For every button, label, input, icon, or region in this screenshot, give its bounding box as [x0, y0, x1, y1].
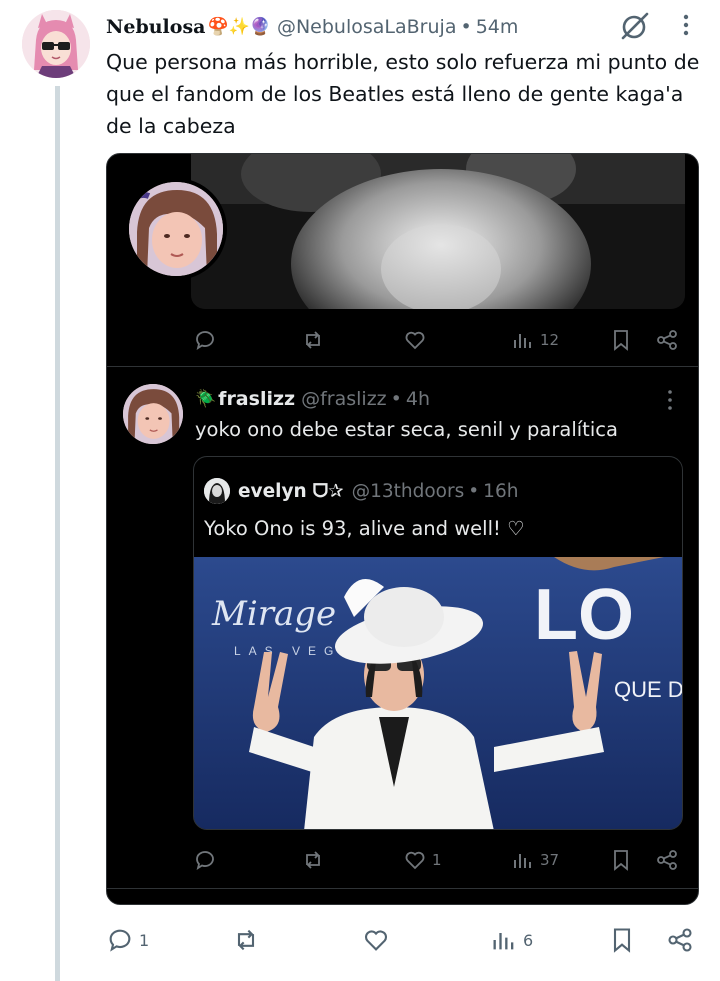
more-options-icon[interactable] — [676, 12, 696, 40]
reply-header: 🪲 fraslizz @fraslizz • 4h — [195, 384, 430, 414]
heart-icon — [405, 851, 425, 870]
user-handle[interactable]: @NebulosaLaBruja — [277, 16, 457, 38]
name-emojis: 🍄✨🔮 — [207, 17, 271, 37]
reply-like-button[interactable]: 1 — [403, 848, 442, 872]
views-count: 6 — [523, 930, 534, 950]
reply-icon — [196, 331, 214, 350]
quoted-timestamp[interactable]: 16h — [483, 481, 518, 502]
heart-icon — [405, 331, 425, 350]
like-count: 1 — [432, 851, 442, 869]
divider — [107, 888, 698, 889]
views-count: 12 — [540, 331, 560, 349]
quoted-header: evelyn ᗜ✰ @13thdoors • 16h — [204, 477, 518, 505]
share-icon — [657, 850, 677, 870]
reply-repost-button[interactable] — [301, 848, 330, 872]
separator-dot: • — [390, 388, 402, 410]
top-post-bookmark-button[interactable] — [609, 328, 633, 352]
bookmark-button[interactable] — [608, 926, 636, 954]
reply-views-button[interactable]: 37 — [511, 848, 559, 872]
reply-icon — [196, 851, 214, 870]
embedded-screenshot[interactable]: 12 🪲 fraslizz @fraslizz • 4h yoko ono de… — [106, 153, 699, 905]
separator-dot: • — [460, 16, 472, 38]
reply-text: yoko ono debe estar seca, senil y paralí… — [195, 418, 618, 441]
top-post-repost-button[interactable] — [301, 328, 330, 352]
backdrop-show-logo: LO — [534, 575, 634, 655]
quoted-name-symbols: ᗜ✰ — [312, 480, 344, 502]
top-post-avatar — [125, 178, 227, 280]
grok-icon[interactable] — [619, 10, 651, 42]
share-button[interactable] — [666, 926, 694, 954]
beetle-emoji: 🪲 — [195, 389, 217, 409]
repost-icon — [237, 929, 255, 951]
timestamp[interactable]: 54m — [476, 16, 519, 38]
bookmark-icon — [614, 330, 628, 351]
top-post-photo — [191, 154, 685, 309]
repost-icon — [306, 331, 320, 349]
views-count: 37 — [540, 851, 560, 869]
reply-icon — [109, 929, 131, 952]
bookmark-icon — [613, 928, 631, 953]
reply-count: 1 — [139, 930, 150, 950]
like-button[interactable] — [362, 926, 395, 954]
quoted-text: Yoko Ono is 93, alive and well! ♡ — [204, 517, 525, 540]
quoted-handle[interactable]: @13thdoors — [352, 481, 465, 502]
quoted-photo[interactable]: Mirage LAS VEGAS LO QUE D — [194, 557, 683, 829]
reply-display-name[interactable]: fraslizz — [218, 388, 295, 410]
views-icon — [493, 933, 514, 950]
share-icon — [668, 928, 692, 952]
reply-bookmark-button[interactable] — [609, 848, 633, 872]
top-post-like-button[interactable] — [403, 328, 432, 352]
quoted-avatar[interactable] — [204, 478, 230, 504]
views-icon — [514, 334, 531, 348]
divider — [107, 366, 698, 367]
tweet-header: Nebulosa 🍄✨🔮 @NebulosaLaBruja • 54m — [106, 12, 518, 42]
separator-dot: • — [468, 480, 480, 502]
views-icon — [514, 854, 531, 868]
reply-share-button[interactable] — [655, 848, 679, 872]
avatar[interactable] — [22, 10, 90, 78]
reply-timestamp[interactable]: 4h — [406, 388, 430, 410]
reply-button[interactable]: 1 — [106, 926, 149, 954]
views-button[interactable]: 6 — [490, 926, 533, 954]
thread-line — [55, 86, 60, 981]
tweet-text: Que persona más horrible, esto solo refu… — [106, 50, 700, 138]
top-post-views-button[interactable]: 12 — [511, 328, 559, 352]
avatar-illustration — [22, 10, 90, 78]
bookmark-icon — [614, 850, 628, 871]
reply-reply-button[interactable] — [193, 848, 222, 872]
heart-icon — [364, 930, 388, 951]
quoted-display-name[interactable]: evelyn — [238, 481, 307, 502]
quoted-tweet[interactable]: evelyn ᗜ✰ @13thdoors • 16h Yoko Ono is 9… — [193, 456, 683, 830]
repost-icon — [306, 851, 320, 869]
reply-handle[interactable]: @fraslizz — [301, 388, 387, 410]
display-name[interactable]: Nebulosa — [106, 16, 205, 38]
reply-avatar[interactable] — [123, 384, 183, 444]
top-post-share-button[interactable] — [655, 328, 679, 352]
backdrop-brand: Mirage — [211, 594, 336, 634]
repost-button[interactable] — [232, 926, 265, 954]
more-options-icon[interactable] — [663, 388, 677, 412]
backdrop-show-sub: QUE D — [614, 677, 683, 702]
top-post-reply-button[interactable] — [193, 328, 222, 352]
share-icon — [657, 330, 677, 350]
